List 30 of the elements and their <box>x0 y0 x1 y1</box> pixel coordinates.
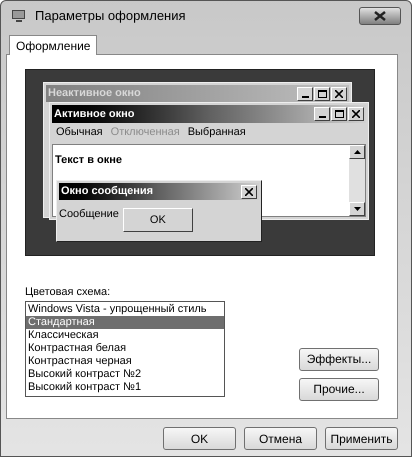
window-title: Окно сообщения <box>61 184 154 200</box>
list-item[interactable]: Windows Vista - упрощенный стиль <box>26 302 224 316</box>
close-icon <box>374 11 386 21</box>
list-item[interactable]: Высокий контраст №2 <box>26 368 224 380</box>
list-item[interactable]: Высокий контраст №1 <box>26 380 224 394</box>
window-title: Неактивное окно <box>48 86 141 102</box>
close-icon <box>241 184 257 198</box>
ok-button[interactable]: OK <box>122 208 193 232</box>
dialog-button[interactable]: Прочие... <box>299 378 379 400</box>
list-item[interactable]: Контрастная черная <box>26 354 224 368</box>
window-text: Текст в окне <box>55 154 122 166</box>
tab[interactable]: Оформление <box>9 35 98 55</box>
dialog-button[interactable]: OK <box>163 427 236 450</box>
menu-item[interactable]: Выбранная <box>188 124 246 140</box>
message-text: Сообщение <box>59 207 119 222</box>
list-item[interactable]: Стандартная <box>26 316 224 328</box>
window-title: Активное окно <box>54 106 134 122</box>
monitor-icon <box>11 8 27 24</box>
maximize-icon <box>331 107 347 121</box>
list-item[interactable]: Классическая <box>26 328 224 342</box>
dialog-button[interactable]: Эффекты... <box>299 348 379 370</box>
close-icon <box>348 107 364 121</box>
color-scheme-label: Цветовая схема: <box>25 285 112 300</box>
minimize-icon <box>314 107 330 121</box>
window-title: Параметры оформления <box>35 7 187 26</box>
close-button[interactable] <box>359 7 401 25</box>
dialog-button[interactable]: Отмена <box>244 427 317 450</box>
list-item[interactable]: Контрастная белая <box>26 342 224 354</box>
dialog-button[interactable]: Применить <box>325 427 398 450</box>
menu-item[interactable]: Обычная <box>56 124 103 140</box>
